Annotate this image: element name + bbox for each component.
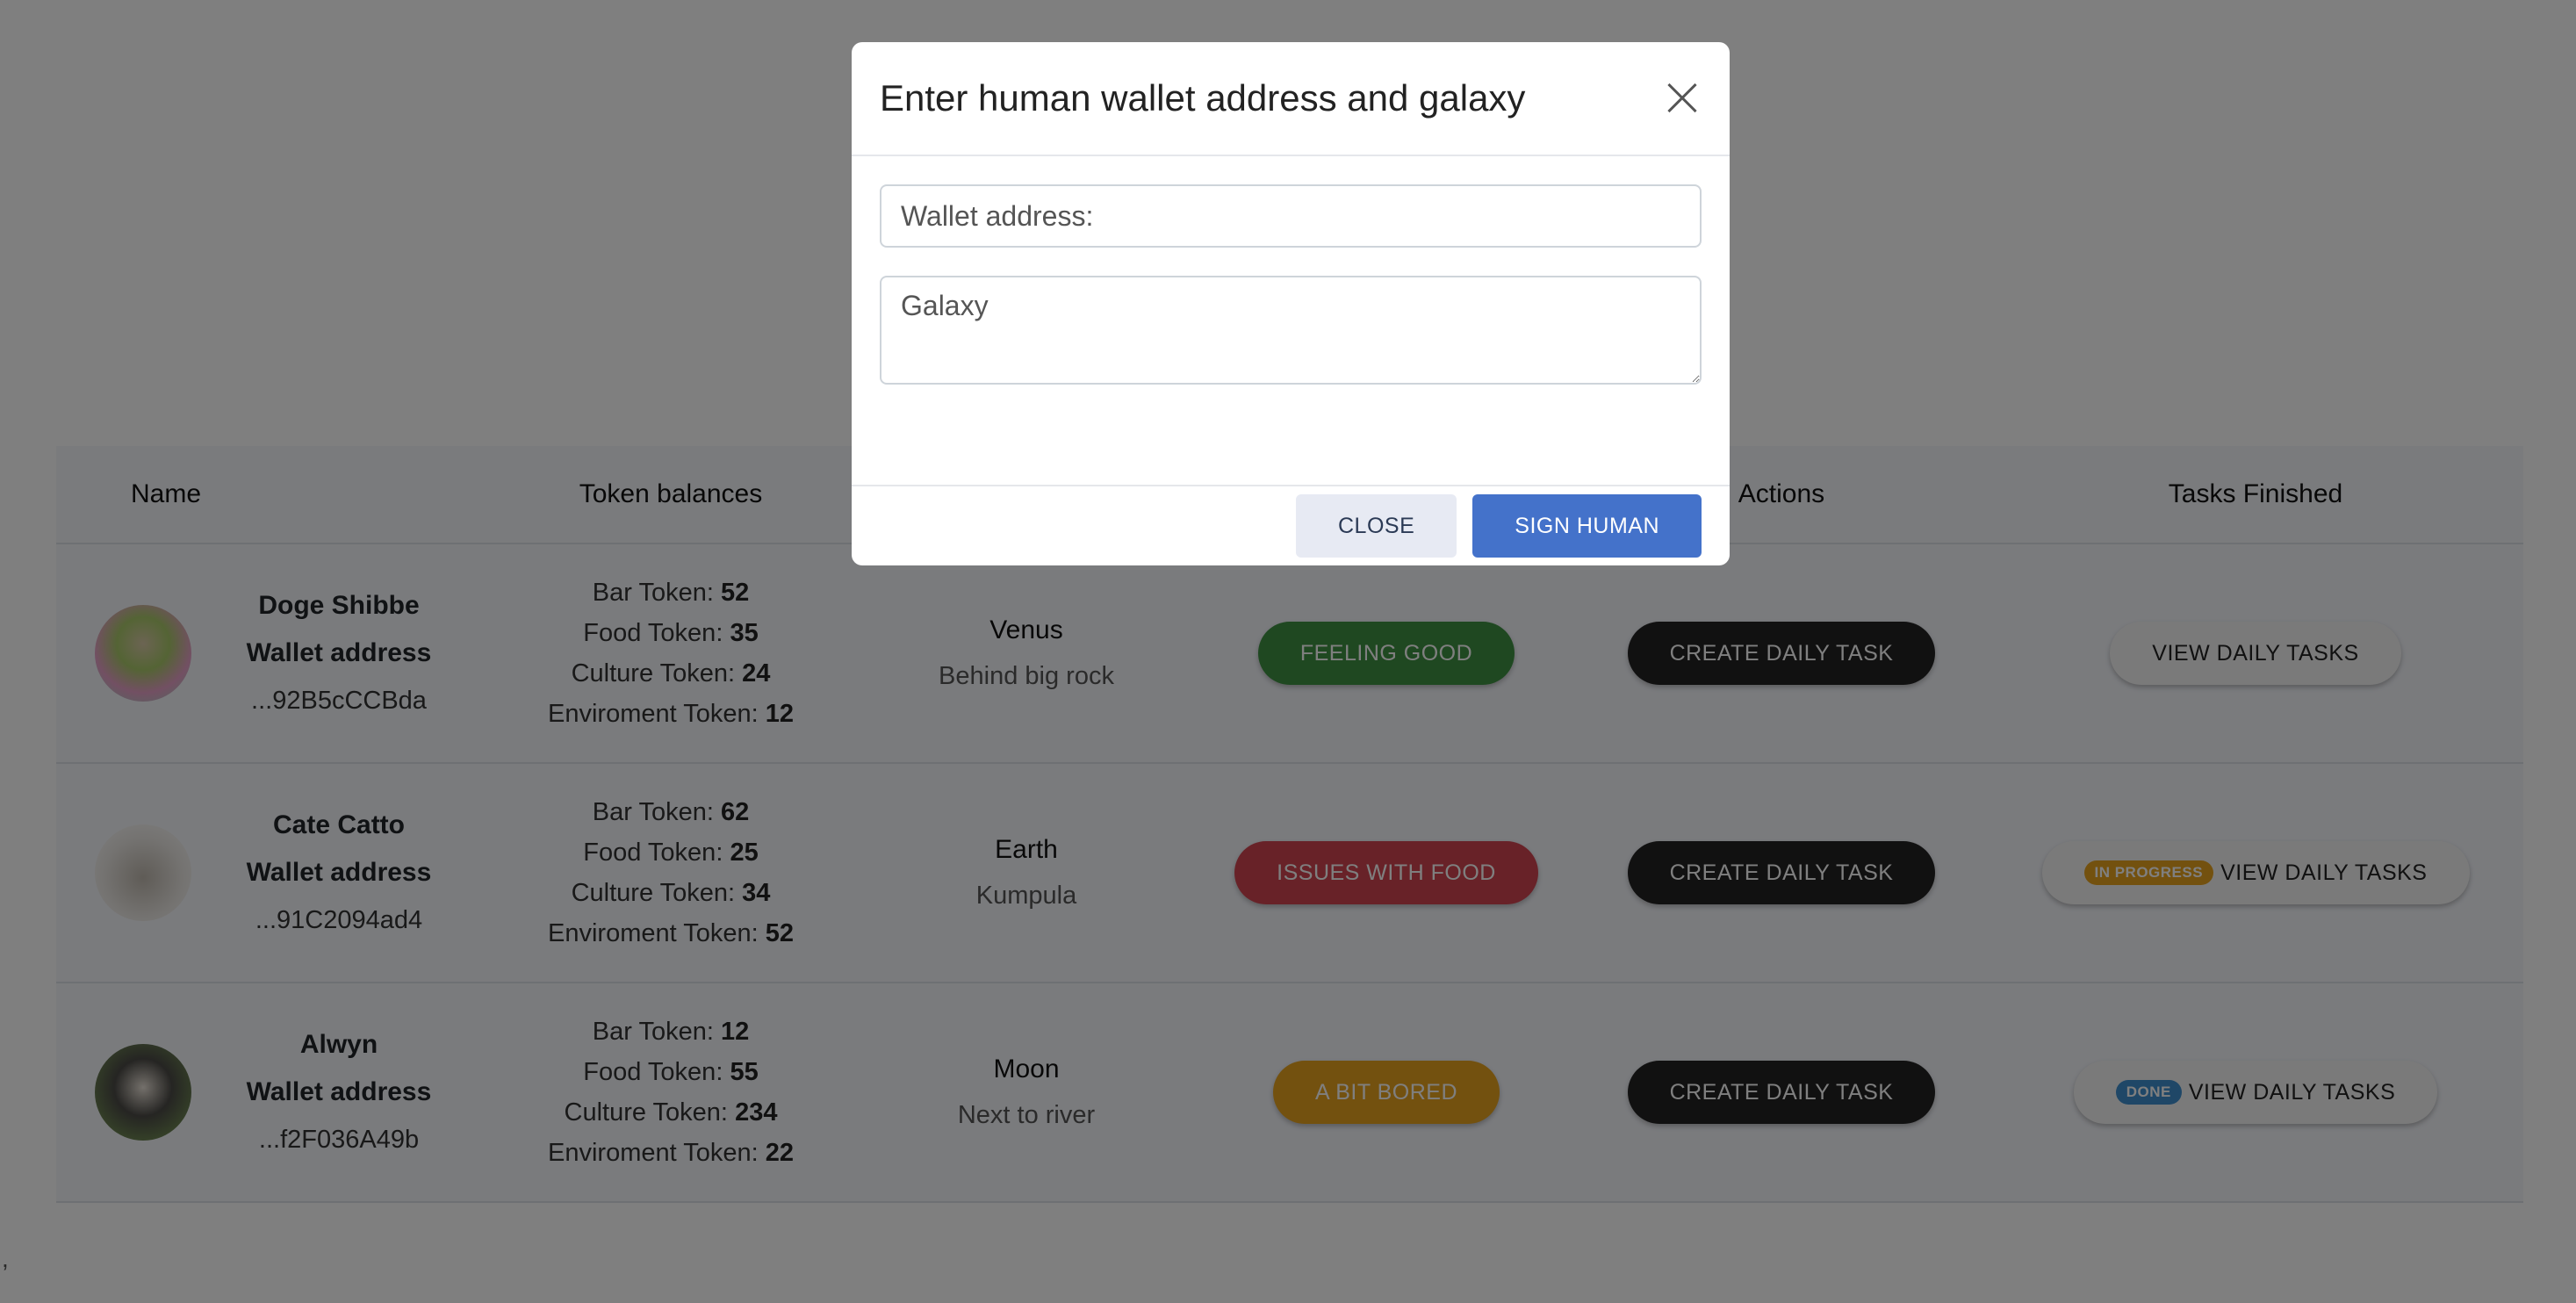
modal-footer: CLOSE SIGN HUMAN bbox=[852, 486, 1730, 565]
close-icon[interactable] bbox=[1661, 79, 1700, 118]
close-button[interactable]: CLOSE bbox=[1296, 494, 1457, 558]
sign-human-modal: Enter human wallet address and galaxy CL… bbox=[852, 42, 1730, 565]
modal-body bbox=[852, 156, 1730, 486]
modal-header: Enter human wallet address and galaxy bbox=[852, 42, 1730, 156]
wallet-address-input[interactable] bbox=[880, 184, 1702, 248]
sign-human-button[interactable]: SIGN HUMAN bbox=[1472, 494, 1702, 558]
galaxy-textarea[interactable] bbox=[880, 276, 1702, 385]
modal-title: Enter human wallet address and galaxy bbox=[880, 77, 1526, 119]
